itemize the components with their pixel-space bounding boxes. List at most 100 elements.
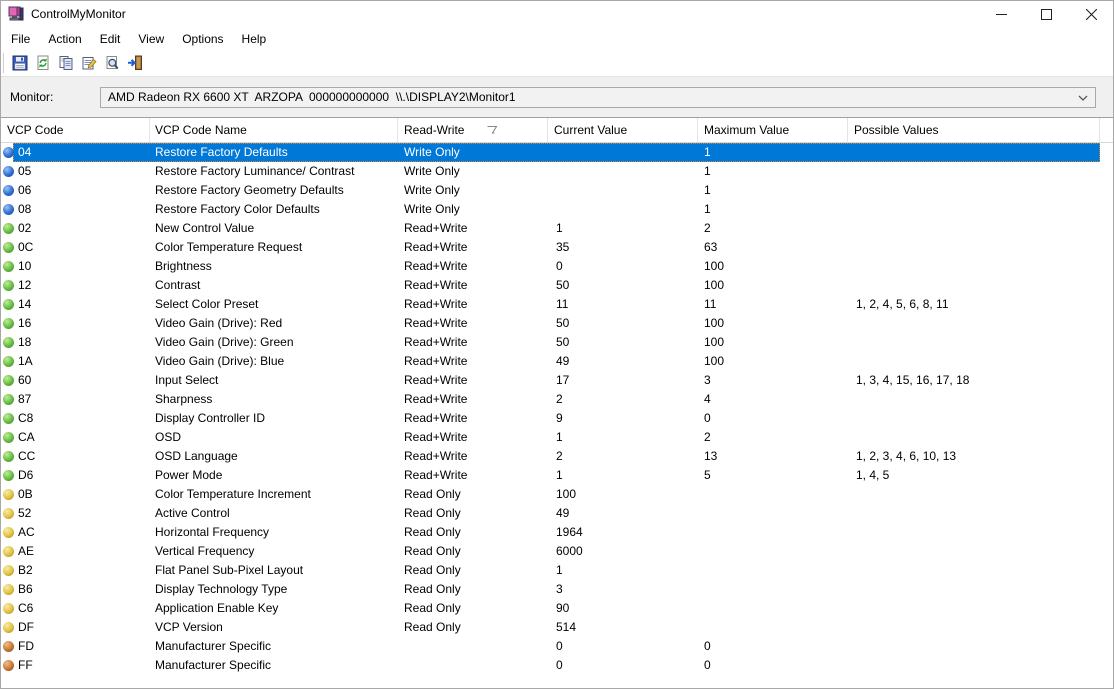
- cell-possible-values: [848, 409, 1100, 428]
- table-row[interactable]: DF VCP Version Read Only 514: [0, 618, 1100, 637]
- cell-maximum-value: 2: [698, 219, 848, 238]
- cell-vcp-code-name: Contrast: [150, 276, 398, 295]
- table-row[interactable]: 10 Brightness Read+Write 0 100: [0, 257, 1100, 276]
- refresh-button[interactable]: [31, 52, 54, 75]
- table-row[interactable]: AE Vertical Frequency Read Only 6000: [0, 542, 1100, 561]
- table-row[interactable]: 14 Select Color Preset Read+Write 11 11 …: [0, 295, 1100, 314]
- cell-read-write: Read+Write: [398, 390, 548, 409]
- cell-read-write: Read Only: [398, 599, 548, 618]
- vcp-code-text: 14: [18, 295, 31, 314]
- vcp-status-orb-icon: [3, 280, 14, 291]
- col-header-maximum-value[interactable]: Maximum Value: [698, 118, 848, 142]
- table-row[interactable]: 05 Restore Factory Luminance/ Contrast W…: [0, 162, 1100, 181]
- table-row[interactable]: 16 Video Gain (Drive): Red Read+Write 50…: [0, 314, 1100, 333]
- table-row[interactable]: 04 Restore Factory Defaults Write Only 1: [0, 143, 1100, 162]
- cell-current-value: 1: [548, 561, 698, 580]
- vcp-code-text: DF: [18, 618, 34, 637]
- table-row[interactable]: C8 Display Controller ID Read+Write 9 0: [0, 409, 1100, 428]
- table-row[interactable]: FF Manufacturer Specific 0 0: [0, 656, 1100, 675]
- save-button[interactable]: [8, 52, 31, 75]
- cell-vcp-code-name: Brightness: [150, 257, 398, 276]
- cell-read-write: Read Only: [398, 504, 548, 523]
- table-row[interactable]: 18 Video Gain (Drive): Green Read+Write …: [0, 333, 1100, 352]
- cell-maximum-value: 100: [698, 257, 848, 276]
- find-button[interactable]: [100, 52, 123, 75]
- col-header-label: Possible Values: [854, 123, 939, 137]
- cell-read-write: Write Only: [398, 162, 548, 181]
- cell-possible-values: [848, 257, 1100, 276]
- table-row[interactable]: C6 Application Enable Key Read Only 90: [0, 599, 1100, 618]
- minimize-icon: [996, 9, 1007, 20]
- vcp-code-text: 05: [18, 162, 31, 181]
- vcp-code-text: 12: [18, 276, 31, 295]
- cell-vcp-code: 10: [0, 257, 150, 276]
- cell-maximum-value: 1: [698, 143, 848, 162]
- table-row[interactable]: 87 Sharpness Read+Write 2 4: [0, 390, 1100, 409]
- table-row[interactable]: 02 New Control Value Read+Write 1 2: [0, 219, 1100, 238]
- maximize-button[interactable]: [1024, 0, 1069, 28]
- menu-file[interactable]: File: [2, 30, 39, 48]
- table-row[interactable]: 0C Color Temperature Request Read+Write …: [0, 238, 1100, 257]
- table-row[interactable]: 52 Active Control Read Only 49: [0, 504, 1100, 523]
- table-row[interactable]: 12 Contrast Read+Write 50 100: [0, 276, 1100, 295]
- copy-button[interactable]: [54, 52, 77, 75]
- properties-icon: [81, 55, 97, 71]
- menu-edit[interactable]: Edit: [91, 30, 130, 48]
- table-row[interactable]: 0B Color Temperature Increment Read Only…: [0, 485, 1100, 504]
- cell-read-write: Read+Write: [398, 409, 548, 428]
- col-header-vcp-code-name[interactable]: VCP Code Name: [150, 118, 398, 142]
- col-header-possible-values[interactable]: Possible Values: [848, 118, 1100, 142]
- cell-vcp-code-name: Video Gain (Drive): Red: [150, 314, 398, 333]
- cell-read-write: Write Only: [398, 200, 548, 219]
- table-row[interactable]: FD Manufacturer Specific 0 0: [0, 637, 1100, 656]
- col-header-vcp-code[interactable]: VCP Code: [0, 118, 150, 142]
- table-row[interactable]: AC Horizontal Frequency Read Only 1964: [0, 523, 1100, 542]
- table-row[interactable]: 1A Video Gain (Drive): Blue Read+Write 4…: [0, 352, 1100, 371]
- table-row[interactable]: B6 Display Technology Type Read Only 3: [0, 580, 1100, 599]
- table-header: VCP Code VCP Code Name Read-Write Curren…: [0, 118, 1114, 143]
- table-row[interactable]: 60 Input Select Read+Write 17 3 1, 3, 4,…: [0, 371, 1100, 390]
- cell-possible-values: [848, 523, 1100, 542]
- table-row[interactable]: 06 Restore Factory Geometry Defaults Wri…: [0, 181, 1100, 200]
- cell-vcp-code: FF: [0, 656, 150, 675]
- toolbar-gripper: [3, 53, 4, 73]
- menu-bar: File Action Edit View Options Help: [0, 28, 1114, 50]
- vcp-code-text: B6: [18, 580, 33, 599]
- cell-current-value: 1: [548, 466, 698, 485]
- cell-vcp-code: CC: [0, 447, 150, 466]
- vcp-code-text: 0C: [18, 238, 33, 257]
- menu-help[interactable]: Help: [233, 30, 276, 48]
- exit-button[interactable]: [123, 52, 146, 75]
- cell-vcp-code: 12: [0, 276, 150, 295]
- monitor-select[interactable]: AMD Radeon RX 6600 XT ARZOPA 00000000000…: [100, 87, 1096, 108]
- col-header-read-write[interactable]: Read-Write: [398, 118, 548, 142]
- cell-possible-values: [848, 314, 1100, 333]
- table-row[interactable]: 08 Restore Factory Color Defaults Write …: [0, 200, 1100, 219]
- menu-view[interactable]: View: [129, 30, 173, 48]
- cell-maximum-value: 3: [698, 371, 848, 390]
- table-row[interactable]: B2 Flat Panel Sub-Pixel Layout Read Only…: [0, 561, 1100, 580]
- properties-button[interactable]: [77, 52, 100, 75]
- cell-maximum-value: 100: [698, 352, 848, 371]
- minimize-button[interactable]: [979, 0, 1024, 28]
- col-header-label: Maximum Value: [704, 123, 789, 137]
- close-button[interactable]: [1069, 0, 1114, 28]
- col-header-current-value[interactable]: Current Value: [548, 118, 698, 142]
- table-body: 04 Restore Factory Defaults Write Only 1…: [0, 143, 1100, 675]
- cell-possible-values: [848, 352, 1100, 371]
- menu-options[interactable]: Options: [173, 30, 232, 48]
- cell-maximum-value: 1: [698, 162, 848, 181]
- cell-read-write: Read Only: [398, 618, 548, 637]
- table-row[interactable]: CA OSD Read+Write 1 2: [0, 428, 1100, 447]
- table-row[interactable]: CC OSD Language Read+Write 2 13 1, 2, 3,…: [0, 447, 1100, 466]
- vcp-code-text: 18: [18, 333, 31, 352]
- app-window: ControlMyMonitor File Action Edit View O…: [0, 0, 1114, 689]
- cell-read-write: Read+Write: [398, 352, 548, 371]
- vcp-status-orb-icon: [3, 603, 14, 614]
- cell-current-value: 0: [548, 637, 698, 656]
- table-row[interactable]: D6 Power Mode Read+Write 1 5 1, 4, 5: [0, 466, 1100, 485]
- cell-vcp-code-name: Active Control: [150, 504, 398, 523]
- vcp-code-text: 02: [18, 219, 31, 238]
- menu-action[interactable]: Action: [39, 30, 90, 48]
- toolbar: [0, 50, 1114, 77]
